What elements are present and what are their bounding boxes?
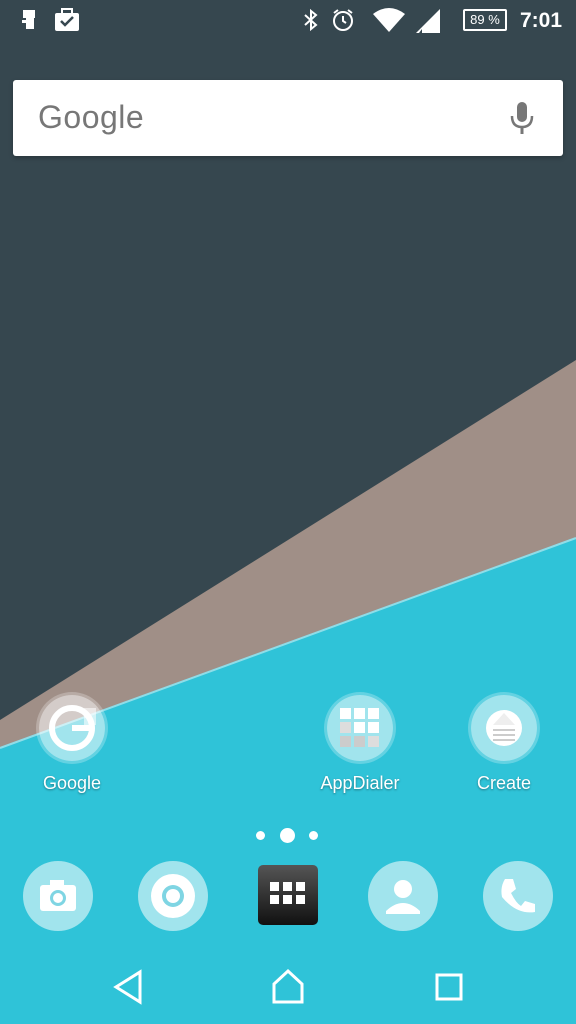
google-logo: Google [38,99,145,135]
bluetooth-icon [303,8,319,37]
back-icon[interactable] [112,968,146,1011]
create-app-icon [471,695,537,761]
battery-icon: 89 % [463,9,507,31]
alarm-icon [331,8,355,37]
signal-icon [415,8,441,39]
page-dot-current [280,828,295,843]
app-appdialer[interactable]: AppDialer [300,695,420,794]
status-bar: 89 % 7:01 [0,0,576,42]
battery-percent: 89 % [470,12,500,27]
mic-icon[interactable] [509,100,535,141]
app-drawer-icon[interactable] [258,865,318,925]
page-dot [256,831,265,840]
contacts-icon[interactable] [368,861,438,931]
app-google[interactable]: Google [12,695,132,794]
navigation-bar [0,950,576,1024]
page-dot [309,831,318,840]
app-create[interactable]: Create [444,695,564,794]
wifi-icon [372,8,406,39]
appdialer-app-icon [327,695,393,761]
google-app-icon [39,695,105,761]
camera-icon[interactable] [23,861,93,931]
google-search-bar[interactable]: Google [13,80,563,156]
chrome-icon[interactable] [138,861,208,931]
app-label: Google [42,773,102,793]
app-label: AppDialer [320,773,400,793]
clock: 7:01 [519,9,562,32]
recents-icon[interactable] [434,968,464,1011]
home-icon[interactable] [270,968,306,1011]
briefcase-check-icon [54,8,80,37]
app-label: Create [476,773,532,793]
usb-debug-icon [20,8,38,37]
phone-icon[interactable] [483,861,553,931]
